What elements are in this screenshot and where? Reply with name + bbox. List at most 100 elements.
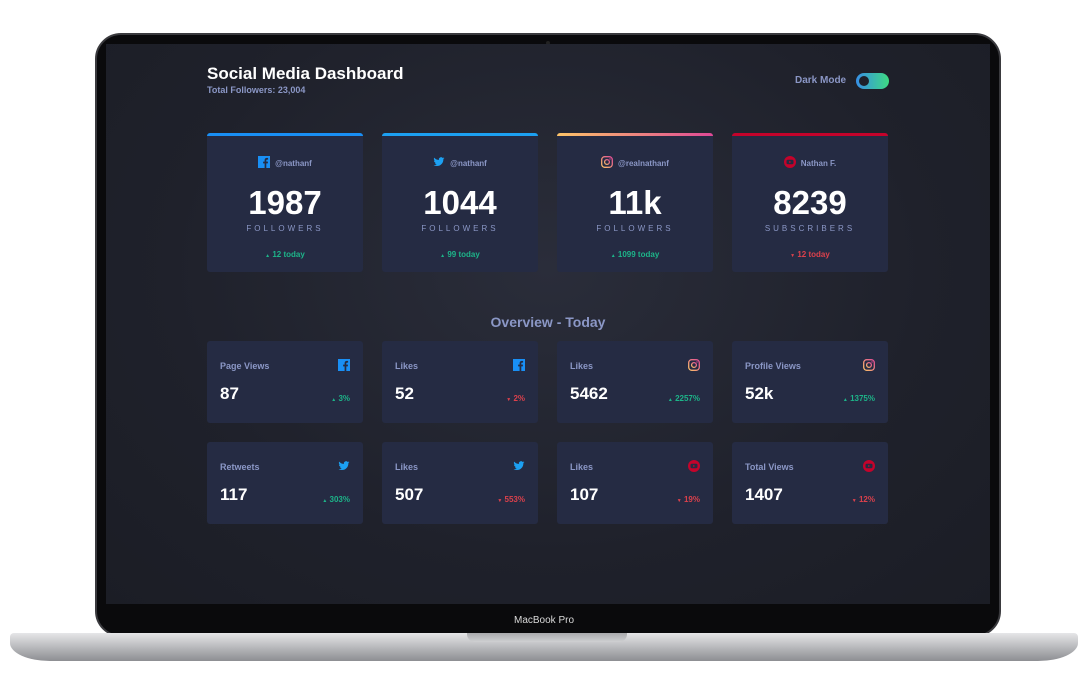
- follower-card-youtube[interactable]: Nathan F. 8239 SUBSCRIBERS ▼ 12 today: [732, 133, 888, 272]
- metric-change: ▲ 2257%: [668, 394, 700, 403]
- count-label: FOLLOWERS: [596, 224, 674, 233]
- youtube-icon: [688, 459, 700, 477]
- follower-card-instagram[interactable]: @realnathanf 11k FOLLOWERS ▲ 1099 today: [557, 133, 713, 272]
- change-text: 19%: [683, 495, 700, 504]
- metric-name: Likes: [395, 361, 419, 371]
- facebook-icon: [513, 358, 525, 376]
- dark-mode-label: Dark Mode: [795, 75, 847, 86]
- accent-bar: [732, 133, 888, 136]
- follower-card-facebook[interactable]: @nathanf 1987 FOLLOWERS ▲ 12 today: [207, 133, 363, 272]
- follower-card-twitter[interactable]: @nathanf 1044 FOLLOWERS ▲ 99 today: [382, 133, 538, 272]
- metric-name: Page Views: [220, 361, 270, 371]
- metric-value: 507: [395, 485, 424, 504]
- metric-change: ▼ 12%: [852, 495, 875, 504]
- arrow-down-icon: ▼: [790, 253, 796, 259]
- change-text: 99 today: [447, 250, 480, 259]
- arrow-up-icon: ▲: [842, 397, 848, 403]
- total-followers: Total Followers: 23,004: [207, 85, 306, 95]
- change-text: 553%: [504, 495, 525, 504]
- metric-value: 5462: [570, 384, 608, 403]
- arrow-up-icon: ▲: [667, 397, 673, 403]
- count-label: FOLLOWERS: [246, 224, 324, 233]
- change-text: 2%: [513, 394, 525, 403]
- accent-bar: [207, 133, 363, 136]
- change-text: 12 today: [797, 250, 830, 259]
- page-title: Social Media Dashboard: [207, 64, 404, 83]
- handle: @nathanf: [450, 158, 487, 168]
- daily-change: ▲ 12 today: [207, 250, 363, 259]
- arrow-down-icon: ▼: [676, 498, 682, 504]
- arrow-up-icon: ▲: [440, 253, 446, 259]
- metric-change: ▼ 553%: [497, 495, 525, 504]
- accent-bar: [557, 133, 713, 136]
- twitter-icon: [338, 459, 350, 477]
- metric-change: ▼ 19%: [677, 495, 700, 504]
- handle: @realnathanf: [618, 158, 669, 168]
- instagram-icon: [688, 358, 700, 376]
- metric-change: ▲ 3%: [331, 394, 350, 403]
- arrow-down-icon: ▼: [506, 397, 512, 403]
- arrow-up-icon: ▲: [331, 397, 337, 403]
- metric-name: Likes: [570, 462, 594, 472]
- instagram-icon: [863, 358, 875, 376]
- accent-bar: [382, 133, 538, 136]
- overview-card[interactable]: Likes 52 ▼ 2%: [382, 341, 538, 423]
- follower-count: 1044: [423, 184, 497, 221]
- arrow-down-icon: ▼: [497, 498, 503, 504]
- change-text: 303%: [329, 495, 350, 504]
- arrow-up-icon: ▲: [322, 498, 328, 504]
- count-label: FOLLOWERS: [421, 224, 499, 233]
- instagram-icon: [601, 156, 613, 170]
- change-text: 1375%: [850, 394, 875, 403]
- metric-value: 117: [220, 485, 248, 504]
- screen: Social Media Dashboard Total Followers: …: [106, 44, 990, 604]
- change-text: 1099 today: [617, 250, 660, 259]
- overview-card[interactable]: Likes 107 ▼ 19%: [557, 442, 713, 524]
- metric-value: 107: [570, 485, 599, 504]
- overview-card[interactable]: Likes 5462 ▲ 2257%: [557, 341, 713, 423]
- metric-name: Profile Views: [745, 361, 801, 371]
- change-text: 2257%: [675, 394, 700, 403]
- metric-value: 1407: [745, 485, 783, 504]
- twitter-icon: [433, 156, 445, 170]
- daily-change: ▲ 99 today: [382, 250, 538, 259]
- overview-card[interactable]: Retweets 117 ▲ 303%: [207, 442, 363, 524]
- youtube-icon: [863, 459, 875, 477]
- metric-change: ▲ 1375%: [843, 394, 875, 403]
- facebook-icon: [338, 358, 350, 376]
- metric-value: 87: [220, 384, 239, 403]
- follower-count: 8239: [773, 184, 847, 221]
- overview-title: Overview - Today: [490, 314, 606, 330]
- follower-count: 11k: [608, 184, 662, 221]
- overview-card[interactable]: Likes 507 ▼ 553%: [382, 442, 538, 524]
- laptop-notch: [467, 633, 627, 642]
- arrow-up-icon: ▲: [610, 253, 616, 259]
- arrow-down-icon: ▼: [851, 498, 857, 504]
- metric-name: Total Views: [745, 462, 794, 472]
- daily-change: ▲ 1099 today: [557, 250, 713, 259]
- dark-mode-toggle[interactable]: [856, 73, 889, 89]
- change-text: 3%: [338, 394, 350, 403]
- metric-value: 52: [395, 384, 414, 403]
- daily-change: ▼ 12 today: [732, 250, 888, 259]
- metric-change: ▲ 303%: [322, 495, 350, 504]
- arrow-up-icon: ▲: [265, 253, 271, 259]
- change-text: 12%: [858, 495, 875, 504]
- metric-name: Likes: [395, 462, 419, 472]
- handle: @nathanf: [275, 158, 312, 168]
- metric-name: Retweets: [220, 462, 260, 472]
- toggle-knob: [859, 76, 869, 86]
- twitter-icon: [513, 459, 525, 477]
- metric-change: ▼ 2%: [506, 394, 525, 403]
- follower-count: 1987: [248, 184, 322, 221]
- overview-card[interactable]: Profile Views 52k ▲ 1375%: [732, 341, 888, 423]
- device-label: MacBook Pro: [513, 615, 575, 626]
- overview-card[interactable]: Page Views 87 ▲ 3%: [207, 341, 363, 423]
- facebook-icon: [258, 156, 271, 170]
- change-text: 12 today: [272, 250, 305, 259]
- youtube-icon: [783, 156, 796, 170]
- overview-card[interactable]: Total Views 1407 ▼ 12%: [732, 442, 888, 524]
- handle: Nathan F.: [800, 158, 837, 168]
- metric-name: Likes: [570, 361, 594, 371]
- metric-value: 52k: [745, 384, 774, 403]
